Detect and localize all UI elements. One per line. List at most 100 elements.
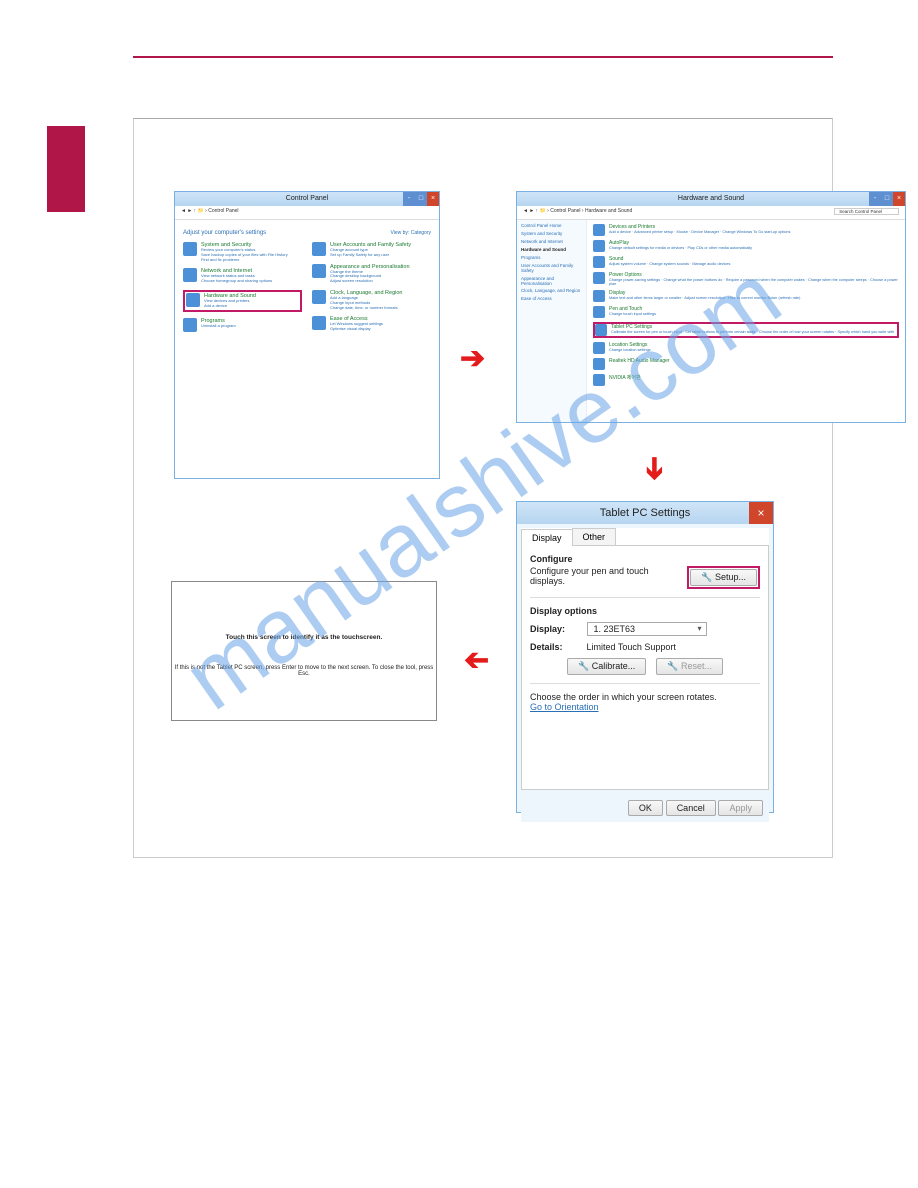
search-input[interactable]: Search Control Panel: [834, 208, 899, 215]
category-icon: [593, 272, 605, 284]
category-icon: [593, 290, 605, 302]
control-panel-window: Control Panel - □ × ◄ ► ↑ 📁 › Control Pa…: [174, 191, 440, 479]
category-icon: [312, 290, 326, 304]
dialog-body: Configure Configure your pen and touch d…: [521, 546, 769, 790]
arrow-down-icon: ➔: [637, 456, 672, 481]
window-controls: - □ ×: [403, 192, 439, 206]
setup-button[interactable]: 🔧 Setup...: [690, 569, 757, 586]
page: manualshive.com Control Panel - □ × ◄ ► …: [133, 56, 833, 858]
cp-category[interactable]: Appearance and PersonalisationChange the…: [312, 264, 431, 284]
category-icon: [593, 306, 605, 318]
cp-category[interactable]: System and SecurityReview your computer'…: [183, 242, 302, 262]
hs-category[interactable]: Location SettingsChange location setting…: [593, 342, 899, 354]
configure-heading: Configure: [530, 554, 760, 564]
display-select[interactable]: 1. 23ET63: [587, 622, 707, 636]
cp-category[interactable]: ProgramsUninstall a program: [183, 318, 302, 332]
dialog-title: Tablet PC Settings: [600, 507, 691, 519]
address-bar[interactable]: ◄ ► ↑ 📁 › Control Panel: [175, 206, 439, 220]
window-title: Control Panel: [286, 195, 328, 202]
control-panel-body: Adjust your computer's settings View by:…: [175, 220, 439, 344]
configure-description: Configure your pen and touch displays.: [530, 566, 670, 586]
page-rule: [133, 56, 833, 58]
maximize-button[interactable]: □: [881, 192, 893, 206]
category-icon: [593, 358, 605, 370]
hardware-sound-list: Devices and PrintersAdd a device · Advan…: [587, 220, 905, 422]
details-label: Details:: [530, 642, 584, 652]
window-controls: - □ ×: [869, 192, 905, 206]
category-icon: [593, 224, 605, 236]
category-icon: [593, 240, 605, 252]
sidebar-item[interactable]: Clock, Language, and Region: [521, 289, 582, 294]
identify-screen-prompt: Touch this screen to identify it as the …: [171, 581, 437, 721]
window-titlebar: Hardware and Sound - □ ×: [517, 192, 905, 206]
close-button[interactable]: ×: [893, 192, 905, 206]
close-button[interactable]: ×: [427, 192, 439, 206]
side-tab: [47, 126, 85, 212]
hs-category[interactable]: Devices and PrintersAdd a device · Advan…: [593, 224, 899, 236]
dialog-titlebar: Tablet PC Settings ×: [517, 502, 773, 524]
setup-highlight: 🔧 Setup...: [687, 566, 760, 589]
category-icon: [183, 268, 197, 282]
tablet-pc-settings-dialog: Tablet PC Settings × Display Other Confi…: [516, 501, 774, 813]
details-value: Limited Touch Support: [587, 642, 676, 652]
category-icon: [593, 374, 605, 386]
sidebar-item[interactable]: Ease of Access: [521, 297, 582, 302]
address-bar[interactable]: ◄ ► ↑ 📁 › Control Panel › Hardware and S…: [517, 206, 905, 220]
calibrate-button[interactable]: 🔧 Calibrate...: [567, 658, 646, 675]
cp-category[interactable]: Ease of AccessLet Windows suggest settin…: [312, 316, 431, 332]
sidebar-item[interactable]: Programs: [521, 256, 582, 261]
hs-category[interactable]: Pen and TouchChange touch input settings: [593, 306, 899, 318]
hs-category[interactable]: Tablet PC SettingsCalibrate the screen f…: [593, 322, 899, 338]
cp-heading: Adjust your computer's settings View by:…: [183, 230, 431, 236]
reset-button: 🔧 Reset...: [656, 658, 723, 675]
maximize-button[interactable]: □: [415, 192, 427, 206]
close-button[interactable]: ×: [749, 502, 773, 524]
dialog-tabs: Display Other: [521, 528, 769, 546]
hs-category[interactable]: Power OptionsChange power-saving setting…: [593, 272, 899, 286]
sidebar-item[interactable]: Network and Internet: [521, 240, 582, 245]
hs-category[interactable]: AutoPlayChange default settings for medi…: [593, 240, 899, 252]
cancel-button[interactable]: Cancel: [666, 800, 716, 816]
category-icon: [593, 256, 605, 268]
window-titlebar: Control Panel - □ ×: [175, 192, 439, 206]
display-options-heading: Display options: [530, 606, 760, 616]
hs-category[interactable]: DisplayMake text and other items larger …: [593, 290, 899, 302]
ok-button[interactable]: OK: [628, 800, 663, 816]
category-icon: [595, 324, 607, 336]
orientation-link[interactable]: Go to Orientation: [530, 702, 760, 712]
cp-category[interactable]: Network and InternetView network status …: [183, 268, 302, 284]
cp-category[interactable]: Clock, Language, and RegionAdd a languag…: [312, 290, 431, 310]
cp-category[interactable]: Hardware and SoundView devices and print…: [183, 290, 302, 312]
identify-sub-text: If this is not the Tablet PC screen, pre…: [175, 665, 434, 677]
category-icon: [312, 264, 326, 278]
window-title: Hardware and Sound: [678, 195, 744, 202]
sidebar-item[interactable]: Control Panel Home: [521, 224, 582, 229]
tab-display[interactable]: Display: [521, 529, 573, 546]
sidebar-item[interactable]: System and Security: [521, 232, 582, 237]
rotate-text: Choose the order in which your screen ro…: [530, 692, 760, 702]
category-icon: [183, 242, 197, 256]
sidebar-item[interactable]: Appearance and Personalisation: [521, 277, 582, 287]
category-icon: [312, 316, 326, 330]
arrow-left-icon: ➔: [464, 643, 489, 678]
sidebar: Control Panel Home System and Security Net…: [517, 220, 587, 422]
hardware-sound-window: Hardware and Sound - □ × ◄ ► ↑ 📁 › Contr…: [516, 191, 906, 423]
sidebar-item[interactable]: Hardware and Sound: [521, 248, 582, 253]
category-icon: [312, 242, 326, 256]
hs-category[interactable]: Realtek HD Audio Manager: [593, 358, 899, 370]
cp-category[interactable]: User Accounts and Family SafetyChange ac…: [312, 242, 431, 258]
sidebar-item[interactable]: User Accounts and Family Safety: [521, 264, 582, 274]
identify-main-text: Touch this screen to identify it as the …: [172, 634, 436, 641]
view-by[interactable]: View by: Category: [391, 230, 431, 236]
apply-button: Apply: [718, 800, 763, 816]
category-icon: [183, 318, 197, 332]
content-box: manualshive.com Control Panel - □ × ◄ ► …: [133, 118, 833, 858]
dialog-buttons: OK Cancel Apply: [521, 794, 769, 822]
hs-category[interactable]: SoundAdjust system volume · Change syste…: [593, 256, 899, 268]
category-icon: [593, 342, 605, 354]
minimize-button[interactable]: -: [403, 192, 415, 206]
category-icon: [186, 293, 200, 307]
tab-other[interactable]: Other: [572, 528, 617, 545]
minimize-button[interactable]: -: [869, 192, 881, 206]
hs-category[interactable]: NVIDIA 제어판: [593, 374, 899, 386]
